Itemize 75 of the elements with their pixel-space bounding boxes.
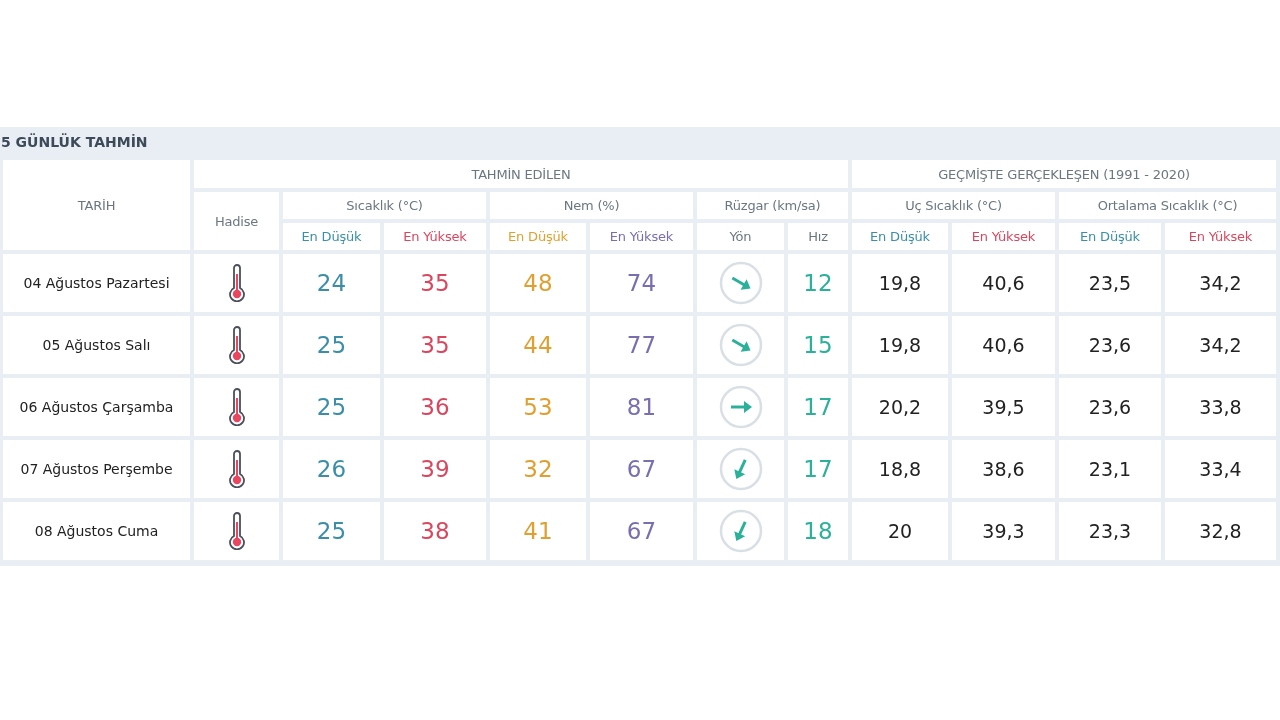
thermometer-icon: [226, 264, 247, 302]
header-cell: En Yüksek: [952, 223, 1055, 250]
table-cell: 33,8: [1165, 378, 1276, 436]
table-cell: 67: [590, 502, 693, 560]
table-cell: 23,6: [1059, 316, 1161, 374]
header-cell: En Düşük: [283, 223, 380, 250]
table-cell: 20,2: [852, 378, 948, 436]
header-cell: TAHMİN EDİLEN: [194, 160, 848, 188]
table-cell: 05 Ağustos Salı: [3, 316, 190, 374]
table-cell: 67: [590, 440, 693, 498]
table-cell: 41: [490, 502, 586, 560]
table-cell: 15: [788, 316, 848, 374]
table-cell: 53: [490, 378, 586, 436]
table-cell: 07 Ağustos Perşembe: [3, 440, 190, 498]
header-cell: TARİH: [3, 160, 190, 250]
table-cell: 40,6: [952, 254, 1055, 312]
table-cell: 81: [590, 378, 693, 436]
table-cell: 04 Ağustos Pazartesi: [3, 254, 190, 312]
header-cell: Uç Sıcaklık (°C): [852, 192, 1055, 219]
header-cell: Hadise: [194, 192, 279, 250]
table-cell: 40,6: [952, 316, 1055, 374]
table-cell: 44: [490, 316, 586, 374]
table-cell: 39,3: [952, 502, 1055, 560]
thermometer-icon: [226, 326, 247, 364]
header-cell: En Düşük: [1059, 223, 1161, 250]
table-cell: 12: [788, 254, 848, 312]
header-cell: En Yüksek: [1165, 223, 1276, 250]
header-cell: En Yüksek: [590, 223, 693, 250]
table-cell: 34,2: [1165, 254, 1276, 312]
header-cell: Hız: [788, 223, 848, 250]
table-cell: 39,5: [952, 378, 1055, 436]
table-cell: 34,2: [1165, 316, 1276, 374]
header-cell: En Düşük: [490, 223, 586, 250]
thermometer-icon: [226, 512, 247, 550]
panel-title: 5 GÜNLÜK TAHMİN: [0, 134, 148, 150]
table-cell: 48: [490, 254, 586, 312]
table-cell: 18: [788, 502, 848, 560]
table-cell: 32: [490, 440, 586, 498]
table-cell: 19,8: [852, 316, 948, 374]
header-cell: En Düşük: [852, 223, 948, 250]
header-cell: GEÇMİŞTE GERÇEKLEŞEN (1991 - 2020): [852, 160, 1276, 188]
thermometer-icon: [226, 388, 247, 426]
header-cell: Ortalama Sıcaklık (°C): [1059, 192, 1276, 219]
thermometer-icon: [226, 450, 247, 488]
table-cell: 23,5: [1059, 254, 1161, 312]
table-cell: 33,4: [1165, 440, 1276, 498]
table-cell: 19,8: [852, 254, 948, 312]
table-cell: 08 Ağustos Cuma: [3, 502, 190, 560]
table-cell: 24: [283, 254, 380, 312]
table-cell: 38,6: [952, 440, 1055, 498]
table-cell: 36: [384, 378, 486, 436]
table-cell: 32,8: [1165, 502, 1276, 560]
table-cell: 25: [283, 502, 380, 560]
header-cell: Nem (%): [490, 192, 693, 219]
header-cell: Yön: [697, 223, 784, 250]
table-cell: 35: [384, 254, 486, 312]
table-cell: 17: [788, 378, 848, 436]
table-cell: 25: [283, 378, 380, 436]
header-cell: En Yüksek: [384, 223, 486, 250]
table-cell: 20: [852, 502, 948, 560]
table-cell: 23,6: [1059, 378, 1161, 436]
table-cell: 18,8: [852, 440, 948, 498]
table-cell: 38: [384, 502, 486, 560]
table-cell: 23,3: [1059, 502, 1161, 560]
table-cell: 25: [283, 316, 380, 374]
table-cell: 39: [384, 440, 486, 498]
header-cell: Sıcaklık (°C): [283, 192, 486, 219]
table-cell: 23,1: [1059, 440, 1161, 498]
table-cell: 06 Ağustos Çarşamba: [3, 378, 190, 436]
table-cell: 77: [590, 316, 693, 374]
table-cell: 35: [384, 316, 486, 374]
table-cell: 26: [283, 440, 380, 498]
header-cell: Rüzgar (km/sa): [697, 192, 848, 219]
table-cell: 74: [590, 254, 693, 312]
table-cell: 17: [788, 440, 848, 498]
